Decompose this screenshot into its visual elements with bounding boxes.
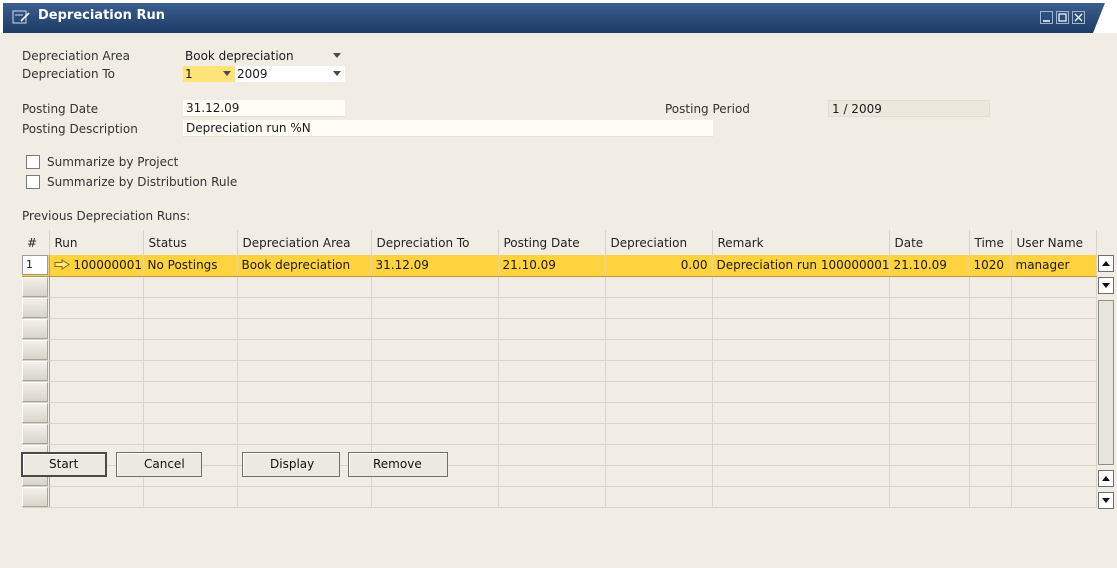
window-title: Depreciation Run (38, 8, 165, 23)
previous-runs-caption: Previous Depreciation Runs: (22, 209, 191, 223)
scroll-up-button[interactable] (1098, 255, 1114, 272)
row-header[interactable] (22, 360, 50, 382)
scroll-up-bottom-button[interactable] (1098, 470, 1114, 487)
column-header-depreciation-area[interactable]: Depreciation Area (237, 230, 372, 255)
form-icon (12, 10, 30, 24)
column-header-number[interactable]: # (22, 230, 50, 255)
title-bar[interactable]: Depreciation Run (0, 0, 1117, 33)
row-header[interactable]: 1 (22, 255, 50, 277)
summarize-by-distribution-rule-label: Summarize by Distribution Rule (47, 175, 238, 189)
depreciation-to-period-dropdown[interactable]: 1 (183, 66, 235, 82)
display-button[interactable]: Display (242, 452, 340, 477)
posting-description-field[interactable]: Depreciation run %N (183, 120, 713, 137)
row-number: 1 (22, 255, 48, 275)
depreciation-area-label: Depreciation Area (22, 49, 130, 63)
depreciation-to-year-dropdown[interactable]: 2009 (235, 66, 345, 82)
table-row[interactable] (22, 339, 1097, 361)
depreciation-to-year-value: 2009 (237, 67, 268, 81)
minimize-button[interactable] (1040, 11, 1053, 24)
status-cell: No Postings (143, 255, 238, 277)
column-header-remark[interactable]: Remark (712, 230, 890, 255)
title-bar-background (3, 3, 1105, 33)
depreciation-to-cell: 31.12.09 (371, 255, 499, 277)
chevron-down-icon (223, 71, 231, 76)
scrollbar-track[interactable] (1098, 300, 1114, 465)
posting-description-label: Posting Description (22, 122, 138, 136)
row-header[interactable] (22, 423, 50, 445)
grid-scrollbar[interactable] (1098, 0, 1114, 568)
column-header-user-name[interactable]: User Name (1011, 230, 1097, 255)
posting-period-label: Posting Period (665, 102, 750, 116)
summarize-by-project-label: Summarize by Project (47, 155, 179, 169)
time-cell: 1020 (969, 255, 1012, 277)
chevron-down-icon (333, 71, 341, 76)
depreciation-area-value: Book depreciation (185, 49, 294, 63)
column-header-posting-date[interactable]: Posting Date (498, 230, 606, 255)
table-row[interactable] (22, 276, 1097, 298)
depreciation-run-window: Depreciation Run Depreciation Area Book … (0, 0, 1117, 568)
row-header[interactable] (22, 339, 50, 361)
depreciation-area-dropdown[interactable]: Book depreciation (183, 48, 345, 64)
column-header-time[interactable]: Time (969, 230, 1012, 255)
depreciation-to-period-value: 1 (185, 67, 193, 81)
column-header-depreciation-to[interactable]: Depreciation To (371, 230, 499, 255)
posting-date-label: Posting Date (22, 102, 99, 116)
table-header-row: # Run Status Depreciation Area Depreciat… (22, 230, 1097, 255)
summarize-by-distribution-rule-checkbox[interactable] (26, 175, 40, 189)
link-arrow-icon[interactable] (54, 258, 74, 272)
summarize-by-project-checkbox[interactable] (26, 155, 40, 169)
start-button[interactable]: Start (21, 452, 107, 477)
row-header[interactable] (22, 486, 50, 508)
row-header[interactable] (22, 276, 50, 298)
table-row[interactable] (22, 381, 1097, 403)
remark-cell: Depreciation run 100000001 (712, 255, 890, 277)
table-row[interactable] (22, 297, 1097, 319)
table-row[interactable] (22, 360, 1097, 382)
table-row[interactable]: 1 100000001 No Postings Book depreciatio… (22, 255, 1097, 277)
row-header[interactable] (22, 318, 50, 340)
run-number: 100000001 (73, 258, 143, 273)
scroll-down-bottom-button[interactable] (1098, 492, 1114, 509)
table-row[interactable] (22, 423, 1097, 445)
depreciation-area-cell: Book depreciation (237, 255, 372, 277)
column-header-date[interactable]: Date (889, 230, 970, 255)
column-header-depreciation[interactable]: Depreciation (605, 230, 713, 255)
row-header[interactable] (22, 381, 50, 403)
user-name-cell: manager (1011, 255, 1097, 277)
cancel-button[interactable]: Cancel (116, 452, 202, 477)
column-header-status[interactable]: Status (143, 230, 238, 255)
depreciation-to-label: Depreciation To (22, 67, 116, 81)
row-header[interactable] (22, 297, 50, 319)
date-cell: 21.10.09 (889, 255, 970, 277)
table-row[interactable] (22, 402, 1097, 424)
maximize-button[interactable] (1056, 11, 1069, 24)
scroll-down-button[interactable] (1098, 277, 1114, 294)
run-cell[interactable]: 100000001 (49, 255, 144, 277)
table-row[interactable] (22, 486, 1097, 508)
close-button[interactable] (1072, 11, 1085, 24)
table-row[interactable] (22, 318, 1097, 340)
posting-date-field[interactable]: 31.12.09 (183, 100, 345, 117)
row-header[interactable] (22, 402, 50, 424)
chevron-down-icon (333, 53, 341, 58)
remove-button[interactable]: Remove (348, 452, 448, 477)
column-header-run[interactable]: Run (49, 230, 144, 255)
depreciation-amount-cell: 0.00 (605, 255, 713, 277)
posting-date-cell: 21.10.09 (498, 255, 606, 277)
posting-period-field: 1 / 2009 (828, 100, 990, 117)
